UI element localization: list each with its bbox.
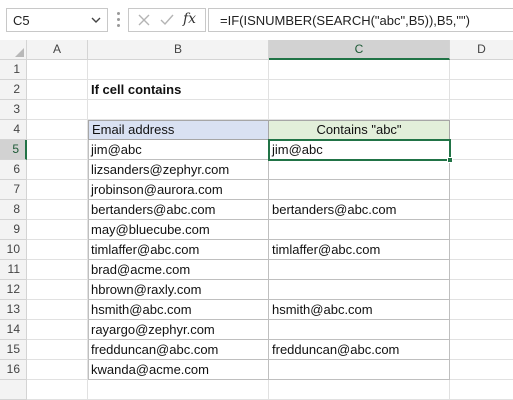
row-header-3[interactable]: 3 — [0, 100, 27, 120]
table-cell-email[interactable]: rayargo@zephyr.com — [88, 320, 269, 340]
column-header-d[interactable]: D — [450, 40, 513, 60]
column-header-b[interactable]: B — [88, 40, 269, 60]
header-contains-abc[interactable]: Contains "abc" — [269, 120, 450, 140]
formula-bar-area: C5 fx =IF(ISNUMBER(SEARCH("abc",B5)),B5,… — [0, 0, 513, 40]
active-cell-selection[interactable] — [268, 139, 451, 161]
row-header-12[interactable]: 12 — [0, 280, 27, 300]
select-all-corner[interactable] — [0, 40, 27, 60]
table-cell-result[interactable] — [269, 180, 450, 200]
table-cell-result[interactable] — [269, 260, 450, 280]
table-cell-result[interactable] — [269, 280, 450, 300]
table-cell-result[interactable]: timlaffer@abc.com — [269, 240, 450, 260]
table-cell-email[interactable]: lizsanders@zephyr.com — [88, 160, 269, 180]
cancel-icon[interactable] — [137, 13, 151, 27]
row-header-10[interactable]: 10 — [0, 240, 27, 260]
row-header-17[interactable] — [0, 380, 27, 400]
table-cell-result[interactable] — [269, 160, 450, 180]
table-cell-email[interactable]: hbrown@raxly.com — [88, 280, 269, 300]
table-cell-email[interactable]: brad@acme.com — [88, 260, 269, 280]
table-cell-email[interactable]: timlaffer@abc.com — [88, 240, 269, 260]
formula-controls: fx — [128, 8, 206, 32]
table-cell-result[interactable]: fredduncan@abc.com — [269, 340, 450, 360]
header-email-address[interactable]: Email address — [88, 120, 269, 140]
table-cell-email[interactable]: jrobinson@aurora.com — [88, 180, 269, 200]
row-header-9[interactable]: 9 — [0, 220, 27, 240]
name-box-value: C5 — [13, 13, 30, 28]
row-header-1[interactable]: 1 — [0, 60, 27, 80]
row-header-4[interactable]: 4 — [0, 120, 27, 140]
column-header-a[interactable]: A — [27, 40, 88, 60]
row-header-11[interactable]: 11 — [0, 260, 27, 280]
table-cell-result[interactable]: bertanders@abc.com — [269, 200, 450, 220]
table-cell-email[interactable]: may@bluecube.com — [88, 220, 269, 240]
formula-input[interactable]: =IF(ISNUMBER(SEARCH("abc",B5)),B5,"") — [208, 8, 513, 32]
row-header-6[interactable]: 6 — [0, 160, 27, 180]
table-cell-result[interactable] — [269, 220, 450, 240]
row-header-14[interactable]: 14 — [0, 320, 27, 340]
row-header-13[interactable]: 13 — [0, 300, 27, 320]
chevron-down-icon[interactable] — [89, 13, 103, 27]
table-cell-email[interactable]: jim@abc — [88, 140, 269, 160]
table-cell-email[interactable]: fredduncan@abc.com — [88, 340, 269, 360]
column-header-c[interactable]: C — [269, 40, 450, 60]
sheet-title-cell[interactable]: If cell contains — [88, 80, 269, 100]
drag-handle-icon[interactable] — [117, 12, 121, 28]
name-box[interactable]: C5 — [6, 8, 108, 32]
table-cell-result[interactable] — [269, 320, 450, 340]
row-header-15[interactable]: 15 — [0, 340, 27, 360]
row-header-2[interactable]: 2 — [0, 80, 27, 100]
row-header-16[interactable]: 16 — [0, 360, 27, 380]
enter-check-icon[interactable] — [159, 13, 175, 27]
table-cell-email[interactable]: bertanders@abc.com — [88, 200, 269, 220]
table-cell-result[interactable]: hsmith@abc.com — [269, 300, 450, 320]
table-cell-email[interactable]: hsmith@abc.com — [88, 300, 269, 320]
table-cell-email[interactable]: kwanda@acme.com — [88, 360, 269, 380]
fill-handle[interactable] — [447, 157, 453, 163]
formula-text: =IF(ISNUMBER(SEARCH("abc",B5)),B5,"") — [220, 13, 470, 28]
table-cell-result[interactable] — [269, 360, 450, 380]
row-header-5[interactable]: 5 — [0, 140, 27, 160]
insert-function-icon[interactable]: fx — [183, 11, 196, 27]
row-header-8[interactable]: 8 — [0, 200, 27, 220]
row-header-7[interactable]: 7 — [0, 180, 27, 200]
